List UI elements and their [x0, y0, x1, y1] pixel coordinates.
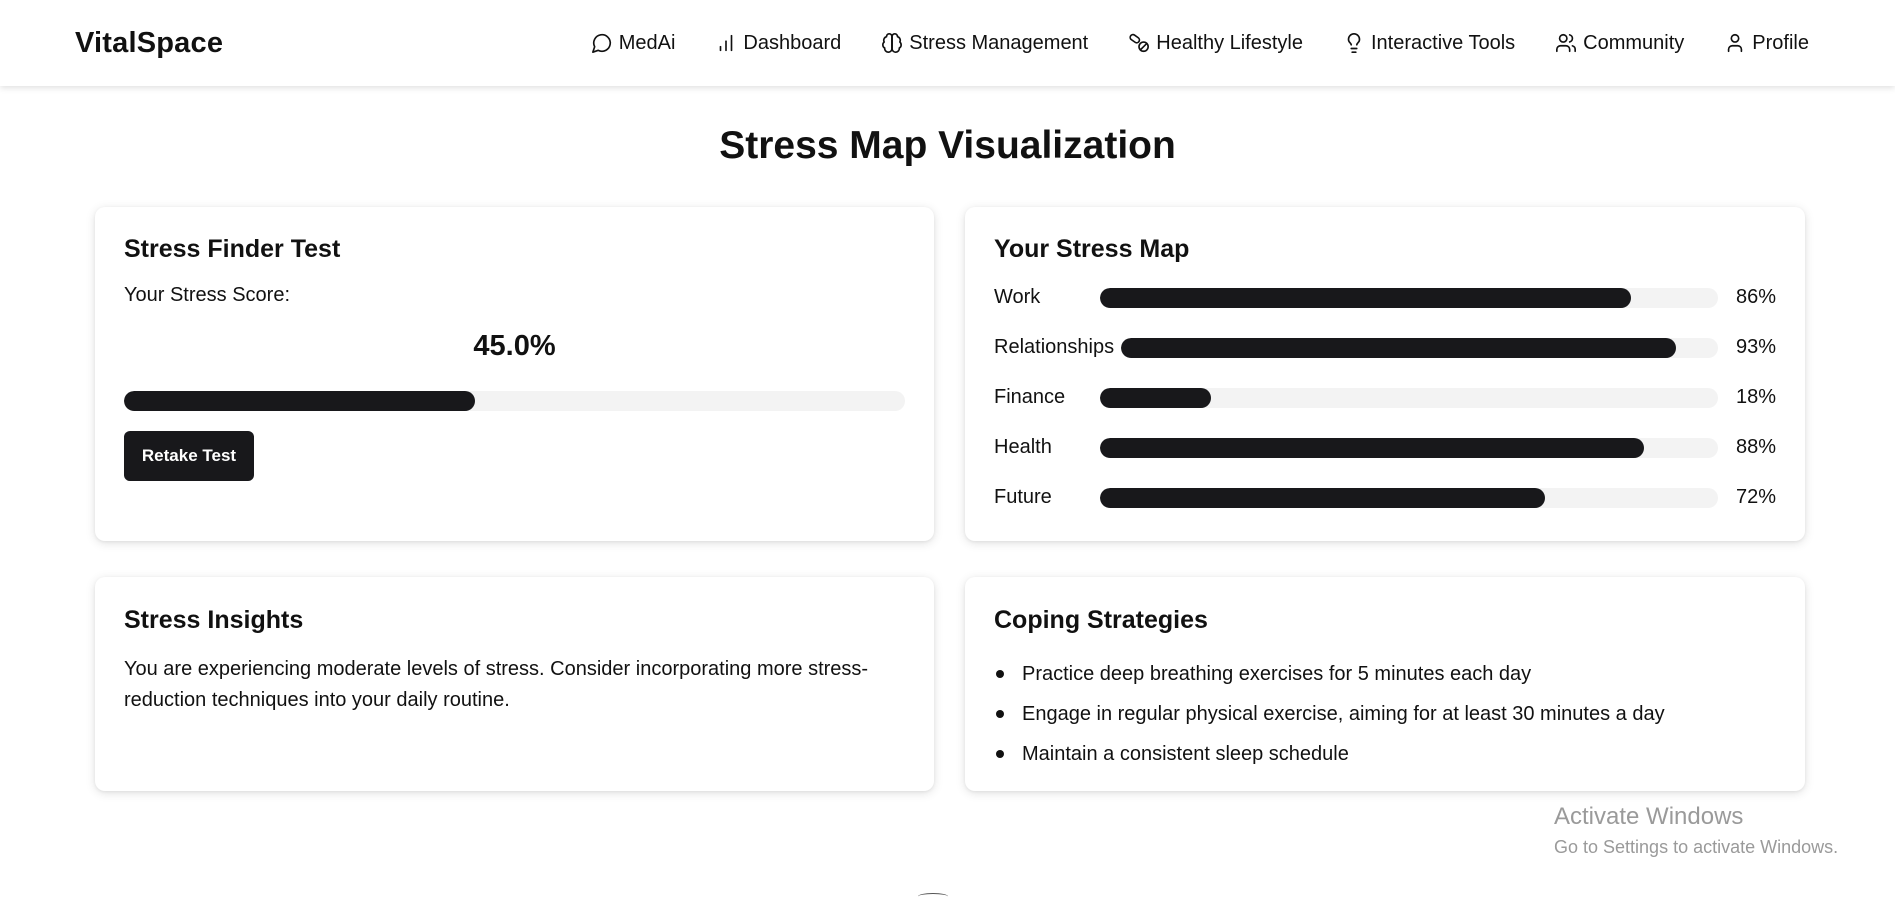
top-navbar: VitalSpace MedAi Dashboard Stress Manage…	[0, 0, 1895, 86]
stress-map-row-label: Finance	[994, 386, 1066, 408]
nav-item-profile[interactable]: Profile	[1724, 32, 1809, 55]
stress-map-row-label: Work	[994, 286, 1041, 308]
nav-item-label: Community	[1583, 31, 1685, 54]
nav-item-label: Profile	[1752, 31, 1809, 54]
stress-map-row-percent: 93%	[1735, 336, 1776, 358]
pills-icon	[1129, 33, 1150, 53]
nav-item-dashboard[interactable]: Dashboard	[715, 32, 841, 55]
nav-item-healthy-lifestyle[interactable]: Healthy Lifestyle	[1128, 32, 1303, 55]
stress-map-row-percent: 88%	[1735, 436, 1776, 458]
stress-map-row-work: Work 86%	[994, 284, 1776, 314]
stress-map-bar-fill	[1100, 288, 1632, 308]
stress-map-row-percent: 86%	[1735, 286, 1776, 308]
nav-item-stress-management[interactable]: Stress Management	[881, 32, 1088, 55]
card-title: Your Stress Map	[994, 235, 1190, 263]
stress-map-row-percent: 18%	[1735, 386, 1776, 408]
stress-map-card: Your Stress Map Work 86% Relationships 9…	[965, 207, 1805, 541]
stress-score-label: Your Stress Score:	[124, 284, 291, 306]
user-icon	[1728, 33, 1743, 53]
stress-map-row-label: Relationships	[994, 336, 1115, 358]
stress-map-row-relationships: Relationships 93%	[994, 334, 1776, 364]
stress-map-bar-fill	[1100, 388, 1212, 408]
stress-score-progress-bar	[124, 391, 905, 411]
chat-bubble-icon	[591, 33, 611, 53]
card-title: Stress Insights	[124, 606, 304, 634]
nav-item-label: Interactive Tools	[1371, 31, 1516, 54]
card-title: Stress Finder Test	[124, 235, 341, 263]
nav-item-label: Dashboard	[743, 31, 842, 54]
stress-map-bar	[1100, 488, 1718, 508]
stress-map-bar	[1100, 288, 1718, 308]
brand-logo[interactable]: VitalSpace	[75, 27, 223, 60]
stress-map-row-label: Health	[994, 436, 1052, 458]
list-item: Practice deep breathing exercises for 5 …	[994, 654, 1665, 694]
card-title: Coping Strategies	[994, 606, 1208, 634]
stress-map-bar	[1121, 338, 1718, 358]
bar-chart-icon	[720, 34, 733, 52]
stress-map-bar	[1100, 388, 1718, 408]
coping-strategies-list: Practice deep breathing exercises for 5 …	[994, 654, 1665, 774]
list-item: Engage in regular physical exercise, aim…	[994, 694, 1665, 734]
nav-item-label: Healthy Lifestyle	[1156, 31, 1303, 54]
stress-map-bar-fill	[1121, 338, 1677, 358]
stress-map-row-percent: 72%	[1735, 486, 1776, 508]
brain-icon	[882, 33, 903, 53]
stress-score-progress-fill	[124, 391, 476, 411]
stress-map-row-health: Health 88%	[994, 434, 1776, 464]
nav-item-community[interactable]: Community	[1555, 32, 1684, 55]
lightbulb-icon	[1347, 33, 1361, 53]
stress-map-bar	[1100, 438, 1718, 458]
nav-item-label: Stress Management	[909, 31, 1089, 54]
nav-item-label: MedAi	[618, 31, 676, 54]
stress-insights-card: Stress Insights You are experiencing mod…	[95, 577, 934, 791]
nav-links: MedAi Dashboard Stress Management Health…	[591, 32, 1809, 55]
activate-windows-watermark: Activate Windows Go to Settings to activ…	[1554, 803, 1838, 858]
stress-insight-text: You are experiencing moderate levels of …	[124, 658, 869, 711]
coping-strategies-card: Coping Strategies Practice deep breathin…	[965, 577, 1805, 791]
retake-test-button[interactable]: Retake Test	[124, 431, 254, 481]
stress-map-bar-fill	[1100, 488, 1545, 508]
stress-map-row-future: Future 72%	[994, 484, 1776, 514]
footer-fragment	[918, 893, 948, 900]
page-title: Stress Map Visualization	[719, 124, 1176, 167]
nav-item-medai[interactable]: MedAi	[591, 31, 676, 55]
list-item: Maintain a consistent sleep schedule	[994, 734, 1665, 774]
nav-item-interactive-tools[interactable]: Interactive Tools	[1343, 32, 1515, 55]
activate-windows-title: Activate Windows	[1554, 803, 1744, 830]
stress-score-value: 45.0%	[473, 330, 556, 362]
stress-map-row-label: Future	[994, 486, 1052, 508]
activate-windows-subtitle: Go to Settings to activate Windows.	[1554, 837, 1839, 857]
stress-map-bar-fill	[1100, 438, 1644, 458]
stress-finder-card: Stress Finder Test Your Stress Score: 45…	[95, 207, 934, 541]
users-icon	[1556, 33, 1577, 53]
stress-map-row-finance: Finance 18%	[994, 384, 1776, 414]
